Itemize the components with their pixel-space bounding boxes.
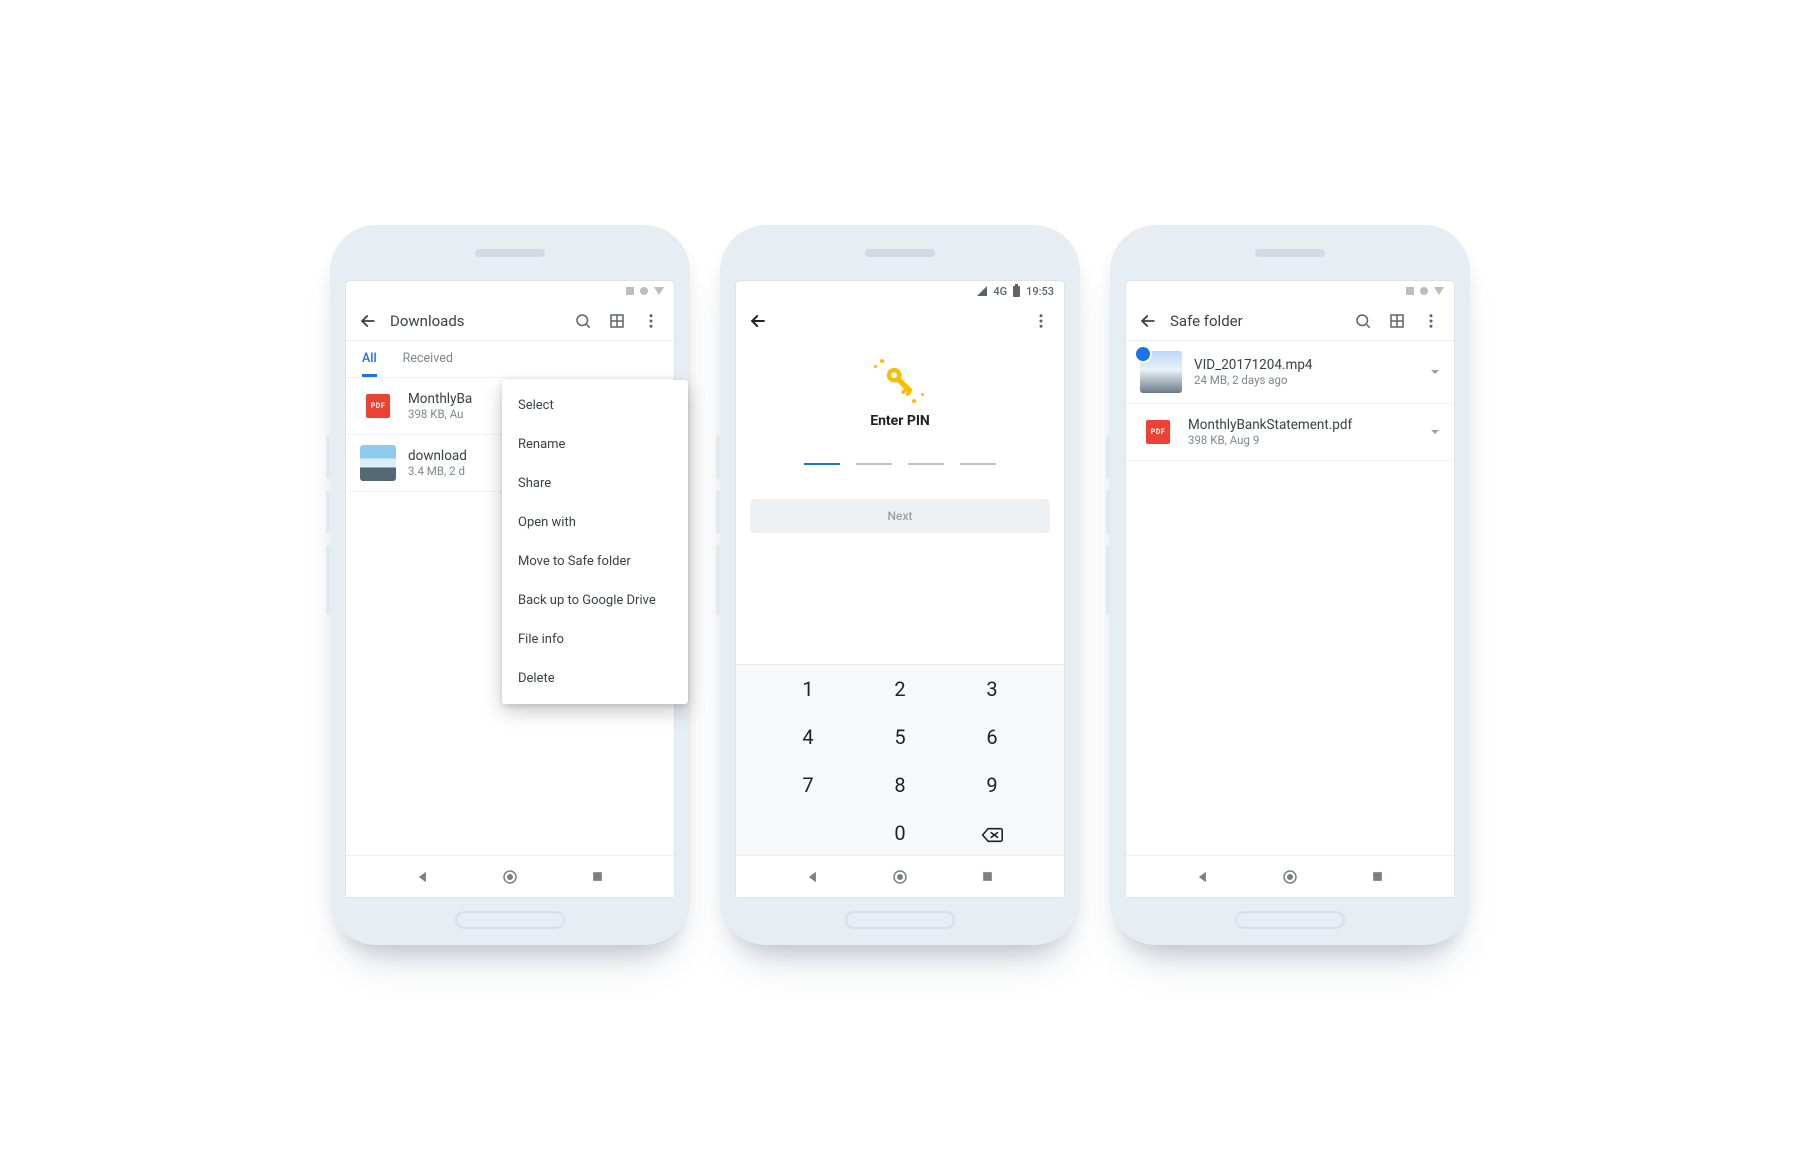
nav-home-icon[interactable] — [1279, 866, 1301, 888]
nav-recents-icon[interactable] — [977, 866, 999, 888]
key-3[interactable]: 3 — [946, 671, 1038, 707]
file-row-pdf[interactable]: PDF MonthlyBankStatement.pdf 398 KB, Aug… — [1126, 404, 1454, 461]
key-2[interactable]: 2 — [854, 671, 946, 707]
video-thumbnail-icon — [1140, 351, 1182, 393]
grid-view-icon[interactable] — [600, 304, 634, 338]
toolbar-safe-folder: Safe folder — [1126, 301, 1454, 341]
status-triangle-icon — [654, 287, 664, 295]
menu-move-safe[interactable]: Move to Safe folder — [502, 542, 688, 581]
back-button[interactable] — [356, 309, 380, 333]
status-bar-3 — [1126, 281, 1454, 301]
nav-bar — [736, 855, 1064, 897]
file-meta: 398 KB, Aug 9 — [1188, 433, 1408, 447]
tab-received[interactable]: Received — [403, 351, 453, 377]
key-empty — [762, 815, 854, 851]
file-context-menu: Select Rename Share Open with Move to Sa… — [502, 380, 688, 704]
pin-slot-4 — [960, 463, 996, 465]
key-7[interactable]: 7 — [762, 767, 854, 803]
pin-input[interactable] — [804, 463, 996, 465]
status-triangle-icon — [1434, 287, 1444, 295]
tab-all[interactable]: All — [362, 351, 377, 377]
nav-recents-icon[interactable] — [1367, 866, 1389, 888]
file-name: MonthlyBankStatement.pdf — [1188, 417, 1408, 433]
key-0[interactable]: 0 — [854, 815, 946, 851]
search-icon[interactable] — [566, 304, 600, 338]
nav-back-icon[interactable] — [412, 866, 434, 888]
search-icon[interactable] — [1346, 304, 1380, 338]
page-title: Safe folder — [1170, 312, 1346, 330]
grid-view-icon[interactable] — [1380, 304, 1414, 338]
menu-file-info[interactable]: File info — [502, 620, 688, 659]
nav-recents-icon[interactable] — [587, 866, 609, 888]
menu-delete[interactable]: Delete — [502, 659, 688, 698]
status-square-icon — [1406, 287, 1414, 295]
file-meta: 24 MB, 2 days ago — [1194, 373, 1408, 387]
menu-backup[interactable]: Back up to Google Drive — [502, 581, 688, 620]
nav-back-icon[interactable] — [802, 866, 824, 888]
status-circle-icon — [640, 287, 648, 295]
expand-caret-icon[interactable] — [1426, 363, 1444, 381]
pin-slot-2 — [856, 463, 892, 465]
menu-share[interactable]: Share — [502, 464, 688, 503]
next-button[interactable]: Next — [750, 499, 1050, 533]
file-row-video[interactable]: VID_20171204.mp4 24 MB, 2 days ago — [1126, 341, 1454, 404]
more-options-icon[interactable] — [1024, 304, 1058, 338]
network-label: 4G — [993, 285, 1007, 298]
pdf-icon: PDF — [366, 394, 390, 418]
expand-caret-icon[interactable] — [1426, 423, 1444, 441]
menu-open-with[interactable]: Open with — [502, 503, 688, 542]
status-bar-2: 4G 19:53 — [736, 281, 1064, 301]
nav-home-icon[interactable] — [889, 866, 911, 888]
back-button[interactable] — [1136, 309, 1160, 333]
status-square-icon — [626, 287, 634, 295]
key-6[interactable]: 6 — [946, 719, 1038, 755]
more-options-icon[interactable] — [634, 304, 668, 338]
key-4[interactable]: 4 — [762, 719, 854, 755]
battery-icon — [1013, 286, 1020, 297]
nav-bar — [346, 855, 674, 897]
clock-label: 19:53 — [1026, 285, 1054, 298]
toolbar-downloads: Downloads — [346, 301, 674, 341]
pin-title: Enter PIN — [870, 413, 930, 429]
nav-back-icon[interactable] — [1192, 866, 1214, 888]
pin-slot-1 — [804, 463, 840, 465]
backspace-icon[interactable] — [946, 815, 1038, 851]
numeric-keypad: 1 2 3 4 5 6 7 8 9 0 — [736, 664, 1064, 855]
key-1[interactable]: 1 — [762, 671, 854, 707]
key-8[interactable]: 8 — [854, 767, 946, 803]
image-thumbnail-icon — [360, 445, 396, 481]
nav-bar — [1126, 855, 1454, 897]
key-9[interactable]: 9 — [946, 767, 1038, 803]
key-5[interactable]: 5 — [854, 719, 946, 755]
more-options-icon[interactable] — [1414, 304, 1448, 338]
menu-select[interactable]: Select — [502, 386, 688, 425]
status-bar-1 — [346, 281, 674, 301]
signal-icon — [977, 286, 987, 296]
key-icon — [878, 359, 922, 403]
file-tabs: All Received — [346, 341, 674, 378]
file-name: VID_20171204.mp4 — [1194, 357, 1408, 373]
pdf-icon: PDF — [1146, 420, 1170, 444]
toolbar-pin — [736, 301, 1064, 341]
page-title: Downloads — [390, 312, 566, 330]
menu-rename[interactable]: Rename — [502, 425, 688, 464]
back-button[interactable] — [746, 309, 770, 333]
nav-home-icon[interactable] — [499, 866, 521, 888]
pin-slot-3 — [908, 463, 944, 465]
status-circle-icon — [1420, 287, 1428, 295]
